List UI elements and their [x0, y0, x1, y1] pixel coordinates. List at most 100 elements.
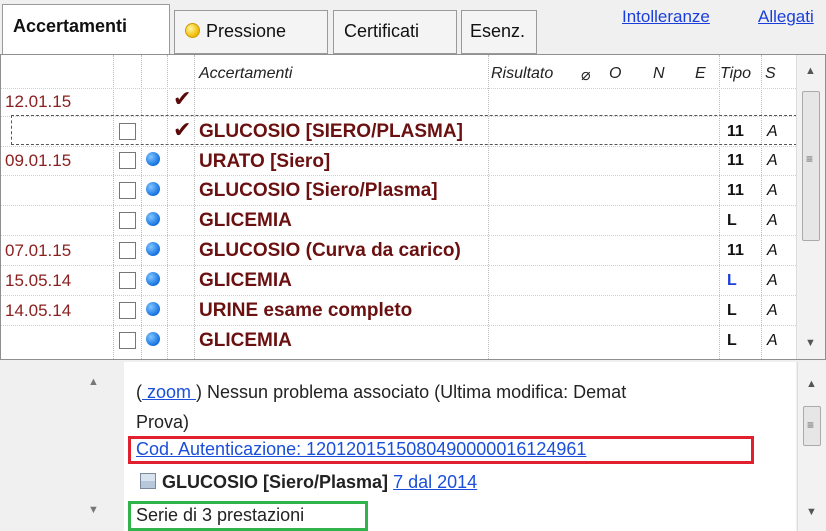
column-header-accertamenti[interactable]: Accertamenti — [199, 65, 292, 83]
column-header-n[interactable]: N — [653, 65, 665, 83]
column-header-e[interactable]: E — [695, 65, 706, 83]
row-s: A — [767, 302, 778, 319]
exam-name: GLUCOSIO (Curva da carico) — [199, 240, 461, 261]
blue-status-dot-icon — [146, 332, 160, 346]
exam-name: GLUCOSIO [SIERO/PLASMA] — [199, 121, 463, 142]
row-date: 07.01.15 — [5, 241, 72, 260]
blue-status-dot-icon — [146, 152, 160, 166]
tab-pressione-label: Pressione — [206, 21, 287, 41]
detail-scroll-down-icon[interactable]: ▼ — [806, 506, 817, 518]
column-header-o[interactable]: O — [609, 65, 621, 83]
scroll-up-icon[interactable]: ▲ — [805, 65, 816, 77]
table-row[interactable]: 12.01.15 ✔ — [1, 86, 796, 116]
row-checkbox[interactable] — [119, 123, 136, 140]
tab-accertamenti[interactable]: Accertamenti — [2, 4, 170, 56]
intolleranze-link[interactable]: Intolleranze — [622, 7, 710, 27]
row-s: A — [767, 332, 778, 349]
row-checkbox[interactable] — [119, 332, 136, 349]
left-scroll-up-icon[interactable]: ▲ — [88, 376, 99, 388]
detail-line-1: ( zoom ) Nessun problema associato (Ulti… — [136, 382, 627, 402]
row-checkbox[interactable] — [119, 182, 136, 199]
tab-certificati[interactable]: Certificati — [333, 10, 457, 54]
row-s: A — [767, 272, 778, 289]
allegati-link[interactable]: Allegati — [758, 7, 814, 27]
table-row[interactable]: 14.05.14 URINE esame completo L A — [1, 295, 796, 325]
accertamenti-grid: Accertamenti Risultato ⌀ O N E Tipo S 12… — [0, 54, 826, 360]
row-tipo: L — [727, 332, 737, 349]
exam-name: GLUCOSIO [Siero/Plasma] — [199, 180, 438, 201]
detail-status-text: Nessun problema associato (Ultima modifi… — [207, 382, 627, 402]
detail-scroll-thumb[interactable]: ≡ — [803, 406, 821, 446]
row-tipo: L — [727, 302, 737, 319]
scroll-thumb[interactable]: ≡ — [802, 91, 820, 241]
exam-name: URATO [Siero] — [199, 151, 331, 172]
yellow-dot-icon — [185, 23, 200, 38]
blue-status-dot-icon — [146, 272, 160, 286]
auth-code-link[interactable]: Cod. Autenticazione: 1201201515080490000… — [136, 439, 586, 459]
tab-certificati-label: Certificati — [344, 21, 420, 41]
table-row[interactable]: 09.01.15 URATO [Siero] 11 A — [1, 146, 796, 175]
tab-esenz-label: Esenz. — [470, 21, 526, 41]
row-tipo: 11 — [727, 123, 744, 140]
table-row[interactable]: GLICEMIA L A — [1, 325, 796, 355]
exam-name: GLICEMIA — [199, 210, 292, 231]
row-tipo: L — [727, 212, 737, 229]
column-header-s[interactable]: S — [765, 65, 776, 83]
row-s: A — [767, 212, 778, 229]
tab-accertamenti-label: Accertamenti — [13, 16, 128, 36]
grip-icon: ≡ — [807, 418, 815, 432]
series-text: Serie di 3 prestazioni — [136, 505, 305, 525]
detail-area: ▲ ▼ ( zoom ) Nessun problema associato (… — [0, 362, 826, 531]
auth-code: Cod. Autenticazione: 1201201515080490000… — [136, 439, 586, 460]
blue-status-dot-icon — [146, 242, 160, 256]
detail-line-2: Prova) — [136, 412, 190, 432]
row-checkbox[interactable] — [119, 152, 136, 169]
zoom-link[interactable]: zoom — [142, 382, 196, 402]
row-checkbox[interactable] — [119, 302, 136, 319]
detail-scrollbar[interactable]: ▲ ≡ ▼ — [797, 362, 826, 531]
row-tipo: L — [727, 272, 737, 289]
exam-name: URINE esame completo — [199, 300, 413, 321]
exam-name: GLICEMIA — [199, 330, 292, 351]
checkmark-icon: ✔ — [173, 86, 192, 111]
table-row[interactable]: 15.05.14 GLICEMIA L A — [1, 265, 796, 295]
grid-scrollbar[interactable]: ▲ ≡ ▼ — [796, 55, 825, 359]
left-scroll-down-icon[interactable]: ▼ — [88, 504, 99, 516]
no-glasses-icon: ⌀ — [581, 67, 591, 84]
row-date: 12.01.15 — [5, 92, 72, 111]
grip-icon: ≡ — [806, 152, 814, 166]
table-row[interactable]: GLUCOSIO [Siero/Plasma] 11 A — [1, 175, 796, 205]
tab-bar: Accertamenti Pressione Certificati Esenz… — [0, 0, 826, 56]
table-row[interactable]: 07.01.15 GLUCOSIO (Curva da carico) 11 A — [1, 235, 796, 265]
row-s: A — [767, 152, 778, 169]
tab-pressione[interactable]: Pressione — [174, 10, 328, 54]
checkmark-icon: ✔ — [173, 117, 192, 142]
row-tipo: 11 — [727, 242, 744, 259]
left-pane: ▲ ▼ — [0, 362, 125, 531]
row-checkbox[interactable] — [119, 272, 136, 289]
row-s: A — [767, 123, 778, 140]
exam-line-name: GLUCOSIO [Siero/Plasma] — [162, 472, 389, 492]
row-checkbox[interactable] — [119, 242, 136, 259]
row-date: 14.05.14 — [5, 301, 72, 320]
row-date: 09.01.15 — [5, 151, 72, 170]
exam-line: GLUCOSIO [Siero/Plasma] 7 dal 2014 — [140, 472, 477, 493]
blue-status-dot-icon — [146, 182, 160, 196]
scroll-down-icon[interactable]: ▼ — [805, 337, 816, 349]
row-s: A — [767, 242, 778, 259]
column-header-risultato[interactable]: Risultato — [491, 65, 553, 83]
column-header-tipo[interactable]: Tipo — [720, 65, 751, 83]
table-row[interactable]: GLICEMIA L A — [1, 205, 796, 235]
exam-line-link[interactable]: 7 dal 2014 — [393, 472, 477, 492]
blue-status-dot-icon — [146, 212, 160, 226]
row-date: 15.05.14 — [5, 271, 72, 290]
table-row[interactable]: ✔ GLUCOSIO [SIERO/PLASMA] 11 A — [1, 116, 796, 146]
detail-scroll-up-icon[interactable]: ▲ — [806, 378, 817, 390]
blue-status-dot-icon — [146, 302, 160, 316]
detail-panel: ( zoom ) Nessun problema associato (Ulti… — [124, 362, 796, 531]
tab-esenz[interactable]: Esenz. — [461, 10, 537, 54]
row-checkbox[interactable] — [119, 212, 136, 229]
row-s: A — [767, 182, 778, 199]
grid-icon — [140, 473, 156, 489]
row-tipo: 11 — [727, 152, 744, 169]
